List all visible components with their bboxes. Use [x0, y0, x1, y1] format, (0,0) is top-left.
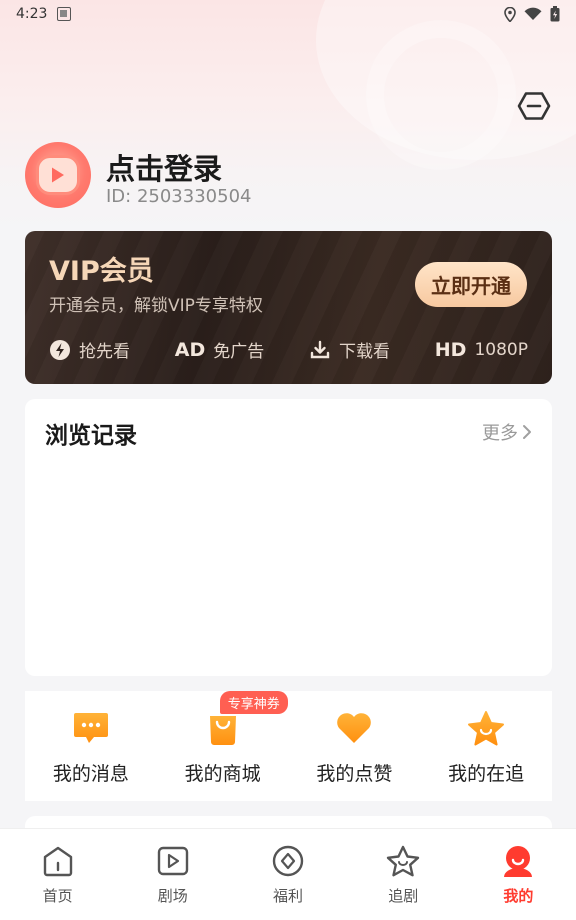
avatar[interactable] — [25, 142, 91, 208]
nav-item-profile[interactable]: 我的 — [461, 829, 576, 920]
wifi-icon — [524, 7, 542, 21]
perk-early-access: 抢先看 — [49, 337, 130, 362]
vip-perks: 抢先看 AD 免广告 下载看 HD 1080P — [49, 337, 528, 362]
perk-hd: HD 1080P — [435, 339, 528, 361]
settings-button[interactable] — [516, 89, 552, 123]
chevron-right-icon — [523, 425, 531, 439]
history-card: 浏览记录 更多 — [25, 399, 552, 676]
perk-label: 抢先看 — [79, 342, 130, 362]
status-icons — [504, 6, 560, 22]
shopping-bag-icon — [204, 709, 242, 747]
more-label: 更多 — [482, 423, 518, 444]
nav-item-theater[interactable]: 剧场 — [115, 829, 230, 920]
vip-title: VIP会员 — [49, 256, 154, 287]
perk-label: 免广告 — [213, 342, 265, 362]
nav-label: 首页 — [42, 887, 73, 905]
nav-label: 追剧 — [388, 887, 419, 905]
menu-item-messages[interactable]: 我的消息 — [25, 691, 157, 801]
open-vip-button[interactable]: 立即开通 — [415, 262, 527, 307]
star-outline-icon — [385, 843, 421, 879]
ad-icon: AD — [174, 338, 206, 361]
menu-label: 我的点赞 — [316, 763, 393, 785]
coupon-badge: 专享神券 — [219, 691, 288, 714]
menu-label: 我的在追 — [448, 763, 525, 785]
status-bar: 4:23 — [0, 0, 576, 28]
perk-label: 1080P — [474, 339, 528, 360]
vip-subtitle: 开通会员，解锁VIP专享特权 — [49, 296, 263, 316]
perk-no-ads: AD 免广告 — [174, 337, 265, 363]
bottom-nav: 首页 剧场 福利 追剧 我的 — [0, 828, 576, 920]
perk-download: 下载看 — [309, 337, 390, 362]
battery-icon — [550, 6, 560, 22]
vip-card[interactable]: VIP会员 开通会员，解锁VIP专享特权 立即开通 抢先看 AD 免广告 下载看… — [25, 231, 552, 384]
download-icon — [310, 340, 330, 358]
nav-item-welfare[interactable]: 福利 — [230, 829, 345, 920]
home-icon — [40, 843, 76, 879]
play-square-icon — [155, 843, 191, 879]
profile-icon — [500, 843, 536, 879]
lightning-icon — [50, 339, 70, 360]
coin-icon — [270, 843, 306, 879]
menu-item-likes[interactable]: 我的点赞 — [289, 691, 421, 801]
nav-label: 我的 — [503, 887, 534, 905]
message-icon — [72, 709, 110, 747]
decorative-ring — [366, 20, 516, 170]
login-title[interactable]: 点击登录 — [106, 146, 222, 188]
play-icon — [52, 167, 64, 183]
menu-label: 我的消息 — [52, 763, 129, 785]
heart-icon — [335, 709, 373, 747]
menu-label: 我的商城 — [184, 763, 261, 785]
location-icon — [504, 6, 516, 22]
avatar-logo — [36, 155, 80, 195]
menu-item-shop[interactable]: 专享神券 我的商城 — [157, 691, 289, 801]
nav-label: 剧场 — [157, 887, 188, 905]
history-more-link[interactable]: 更多 — [482, 419, 532, 445]
nav-label: 福利 — [273, 887, 304, 905]
sim-icon — [57, 7, 72, 21]
user-id: ID: 2503330504 — [106, 186, 252, 207]
header-background — [0, 0, 576, 230]
hd-icon: HD — [434, 338, 467, 361]
menu-item-following[interactable]: 我的在追 — [420, 691, 552, 801]
star-icon — [467, 709, 505, 747]
history-title: 浏览记录 — [45, 423, 137, 449]
nav-item-following[interactable]: 追剧 — [346, 829, 461, 920]
menu-row: 我的消息 专享神券 我的商城 我的点赞 我的在追 — [25, 691, 552, 801]
settings-icon — [517, 92, 551, 120]
status-time: 4:23 — [16, 6, 48, 22]
perk-label: 下载看 — [339, 342, 391, 362]
nav-item-home[interactable]: 首页 — [0, 829, 115, 920]
